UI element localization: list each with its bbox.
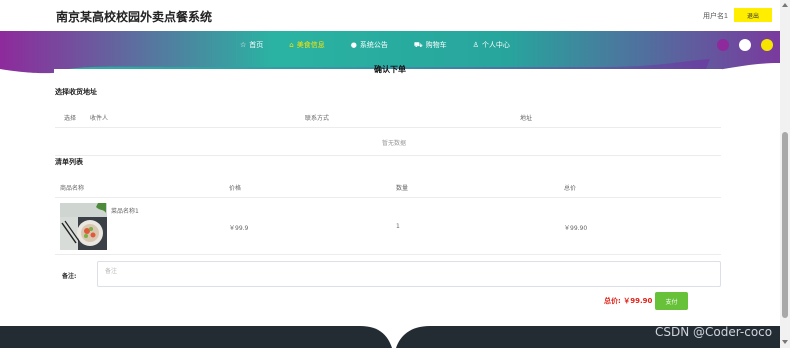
divider [55,197,721,198]
nav-item-food[interactable]: ⌂ 美食信息 [289,40,324,50]
product-price: ￥99.9 [229,225,249,232]
page-title: 确认下单 [374,65,406,74]
product-total: ￥99.90 [564,225,588,232]
page-scrollbar[interactable] [780,0,790,348]
product-qty: 1 [396,223,400,230]
address-col-recipient: 收件人 [90,115,109,122]
order-col-name: 商品名称 [60,185,85,192]
nav-item-home[interactable]: ☆ 首页 [240,40,263,50]
nav-label: 购物车 [425,41,447,49]
total-price: 总价: ￥99.90 [604,297,653,305]
nav-item-notice[interactable]: ● 系统公告 [351,40,388,50]
nav-label: 个人中心 [481,41,510,49]
username-label: 用户名1 [703,13,728,20]
divider [55,254,721,255]
theme-dot-yellow[interactable] [761,39,773,51]
circle-icon: ● [350,40,357,49]
star-icon: ☆ [240,40,247,49]
order-col-qty: 数量 [396,185,409,192]
address-section-title: 选择收货地址 [55,88,97,96]
remark-label: 备注: [62,273,77,280]
main-nav: ☆ 首页 ⌂ 美食信息 ● 系统公告 ⛟ 购物车 ♙ 个人中心 [240,40,536,50]
top-header: 南京某高校校园外卖点餐系统 用户名1 退出 [0,0,780,31]
address-col-contact: 联系方式 [305,115,330,122]
order-section-title: 清单列表 [55,158,83,166]
address-col-address: 地址 [520,115,533,122]
nav-label: 首页 [249,41,264,49]
nav-label: 系统公告 [359,41,388,49]
bell-icon: ⌂ [289,40,294,49]
watermark: CSDN @Coder-coco [655,325,773,339]
scroll-thumb[interactable] [782,132,788,318]
theme-dot-white[interactable] [739,39,751,51]
user-icon: ♙ [472,40,479,49]
scroll-up-icon[interactable] [782,3,788,7]
scroll-down-icon[interactable] [782,340,788,344]
remark-input[interactable] [97,261,721,287]
address-col-select: 选择 [64,115,77,122]
divider [55,127,721,128]
cart-icon: ⛟ [413,40,423,49]
theme-dot-purple[interactable] [717,39,729,51]
site-title: 南京某高校校园外卖点餐系统 [56,10,213,24]
logout-button[interactable]: 退出 [734,8,772,22]
nav-item-cart[interactable]: ⛟ 购物车 [414,40,447,50]
address-empty-text: 暂无数据 [382,140,407,147]
nav-label: 美食信息 [296,41,325,49]
product-name: 菜品名称1 [111,208,139,215]
food-image [60,203,107,250]
order-col-price: 价格 [229,185,242,192]
order-col-total: 总价 [564,185,577,192]
pay-button[interactable]: 支付 [655,292,688,310]
nav-item-profile[interactable]: ♙ 个人中心 [473,40,510,50]
divider [55,155,721,156]
